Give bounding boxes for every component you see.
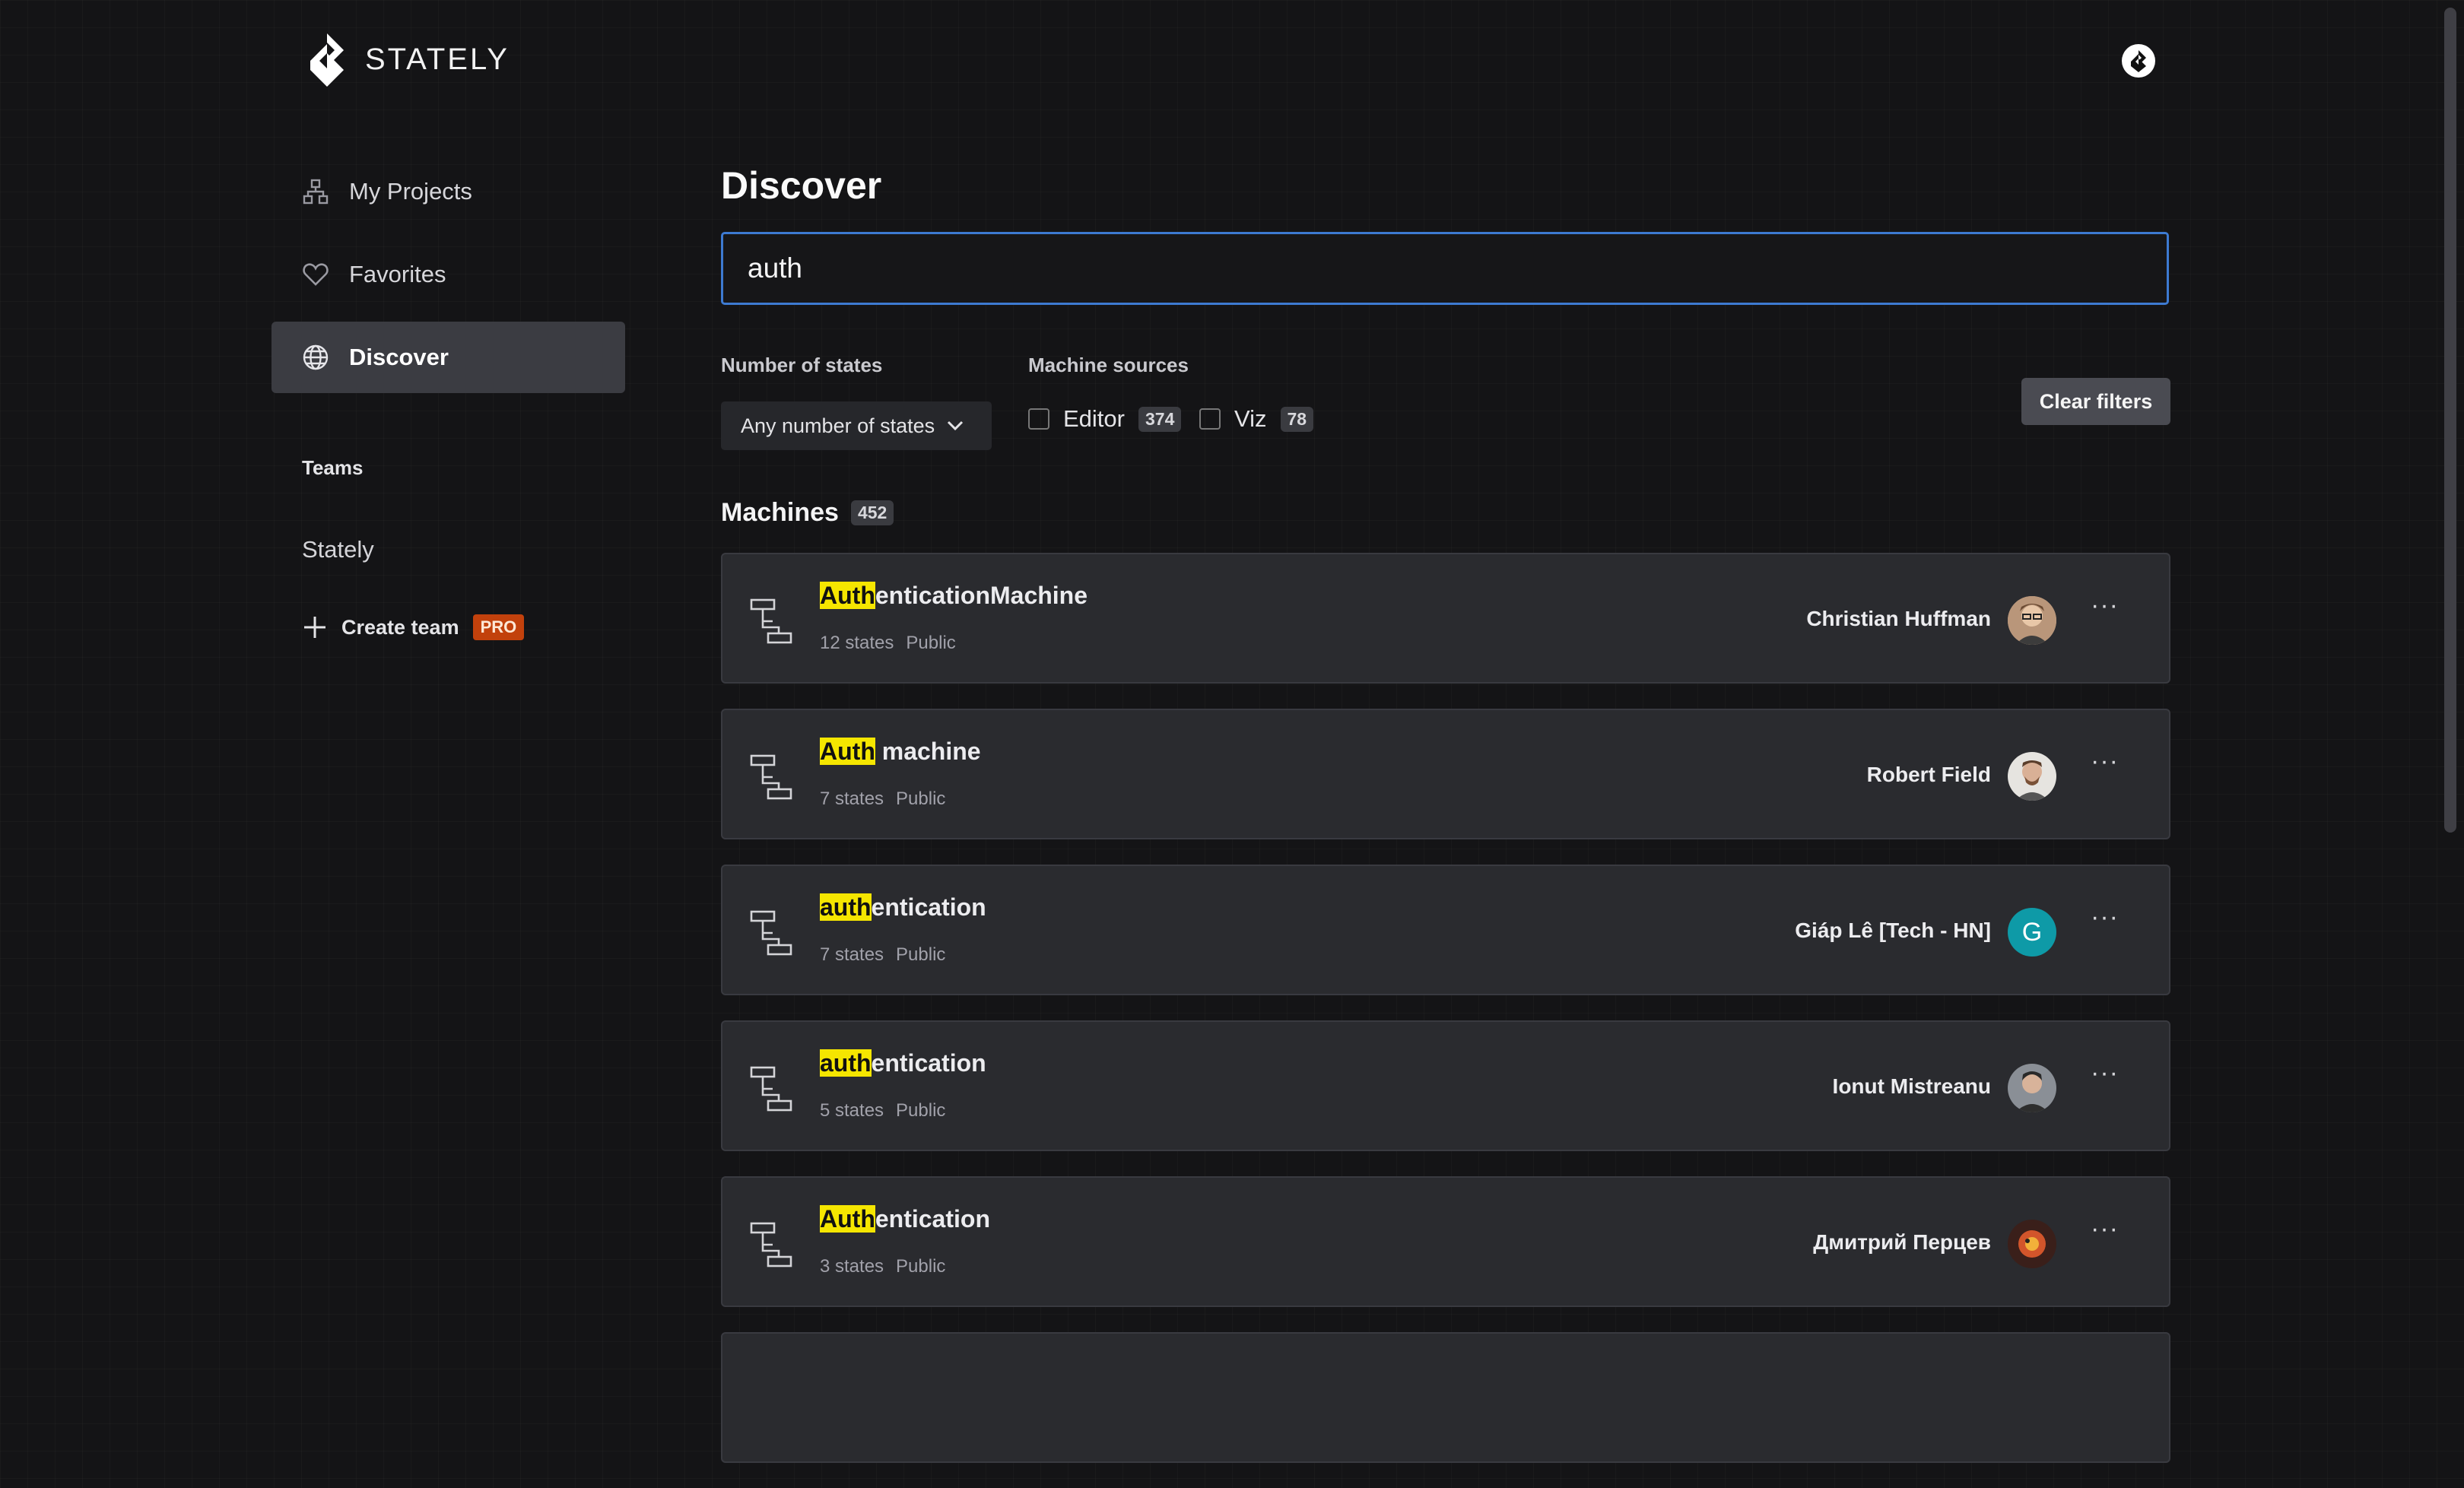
pro-badge: PRO <box>472 614 525 640</box>
machine-card[interactable]: Auth machine 7 states Public Robert Field… <box>721 709 2170 839</box>
machine-title[interactable]: Auth machine <box>820 738 981 766</box>
machine-icon <box>750 1222 792 1267</box>
sidebar-item-favorites[interactable]: Favorites <box>271 239 625 310</box>
viz-checkbox[interactable] <box>1199 408 1221 430</box>
avatar[interactable] <box>2008 1064 2056 1112</box>
machine-title[interactable]: AuthenticationMachine <box>820 582 1088 610</box>
chevron-down-icon <box>948 420 964 431</box>
more-options-button[interactable]: ··· <box>2091 591 2119 620</box>
editor-checkbox[interactable] <box>1028 408 1049 430</box>
machine-owner[interactable]: Дмитрий Перцев <box>1813 1230 1991 1255</box>
hierarchy-icon <box>302 178 329 205</box>
machine-owner[interactable]: Christian Huffman <box>1806 607 1991 631</box>
machine-title[interactable]: authentication <box>820 893 986 922</box>
machine-meta: 5 states Public <box>820 1100 946 1121</box>
scrollbar[interactable] <box>2444 8 2456 833</box>
machine-card[interactable]: authentication 7 states Public Giáp Lê [T… <box>721 865 2170 995</box>
machine-meta: 7 states Public <box>820 944 946 965</box>
plus-icon <box>304 617 325 638</box>
machine-list: AuthenticationMachine 12 states Public Ch… <box>721 553 2170 1488</box>
source-label: Editor <box>1063 405 1125 432</box>
heart-icon <box>302 261 329 288</box>
source-count: 78 <box>1280 406 1314 432</box>
source-editor[interactable]: Editor 374 <box>1028 403 1182 435</box>
avatar[interactable] <box>2008 752 2056 801</box>
sidebar-item-label: My Projects <box>349 178 472 205</box>
teams-heading: Teams <box>302 456 364 479</box>
clear-filters-button[interactable]: Clear filters <box>2021 378 2170 425</box>
machines-title: Machines <box>721 498 839 527</box>
machine-owner[interactable]: Ionut Mistreanu <box>1833 1074 1991 1099</box>
machine-card[interactable]: authentication 5 states Public Ionut Mist… <box>721 1020 2170 1151</box>
machine-icon <box>750 910 792 956</box>
source-viz[interactable]: Viz 78 <box>1199 403 1314 435</box>
globe-icon <box>302 344 329 371</box>
source-label: Viz <box>1234 405 1267 432</box>
stately-mark-icon <box>2131 50 2146 72</box>
sources-filter-label: Machine sources <box>1028 354 1189 376</box>
machine-meta: 12 states Public <box>820 633 956 653</box>
machine-icon <box>750 1066 792 1112</box>
machines-heading: Machines 452 <box>721 498 894 528</box>
page-title: Discover <box>721 164 882 207</box>
machine-card[interactable] <box>721 1332 2170 1463</box>
machine-meta: 3 states Public <box>820 1256 946 1277</box>
machines-count: 452 <box>850 500 894 525</box>
create-team-label: Create team <box>341 615 459 639</box>
states-select[interactable]: Any number of states <box>721 401 992 450</box>
machine-card[interactable]: Authentication 3 states Public Дмитрий Пе… <box>721 1176 2170 1307</box>
machine-meta: 7 states Public <box>820 788 946 809</box>
team-item-stately[interactable]: Stately <box>302 536 374 563</box>
machine-card[interactable]: AuthenticationMachine 12 states Public Ch… <box>721 553 2170 684</box>
machine-icon <box>750 598 792 644</box>
more-options-button[interactable]: ··· <box>2091 1214 2119 1244</box>
user-menu-button[interactable] <box>2122 44 2155 78</box>
avatar[interactable]: G <box>2008 908 2056 957</box>
sidebar-item-my-projects[interactable]: My Projects <box>271 156 625 227</box>
machine-title[interactable]: Authentication <box>820 1205 990 1233</box>
avatar[interactable] <box>2008 1220 2056 1268</box>
sidebar-item-discover[interactable]: Discover <box>271 322 625 393</box>
create-team-button[interactable]: Create team PRO <box>302 614 525 640</box>
sidebar-item-label: Discover <box>349 344 449 370</box>
more-options-button[interactable]: ··· <box>2091 903 2119 932</box>
machine-title[interactable]: authentication <box>820 1049 986 1077</box>
machine-owner[interactable]: Giáp Lê [Tech - HN] <box>1795 918 1991 943</box>
search-input[interactable] <box>721 232 2169 305</box>
states-select-value: Any number of states <box>741 414 935 437</box>
machine-owner[interactable]: Robert Field <box>1867 763 1991 787</box>
stately-logo-icon <box>310 33 344 87</box>
machine-icon <box>750 754 792 800</box>
more-options-button[interactable]: ··· <box>2091 747 2119 776</box>
brand-name: STATELY <box>365 42 510 76</box>
stately-logo[interactable]: STATELY <box>304 32 510 87</box>
source-count: 374 <box>1138 406 1182 432</box>
states-filter-label: Number of states <box>721 354 883 376</box>
more-options-button[interactable]: ··· <box>2091 1058 2119 1088</box>
avatar[interactable] <box>2008 596 2056 645</box>
sidebar-nav: My Projects Favorites Discover <box>271 156 625 405</box>
sidebar-item-label: Favorites <box>349 261 446 287</box>
